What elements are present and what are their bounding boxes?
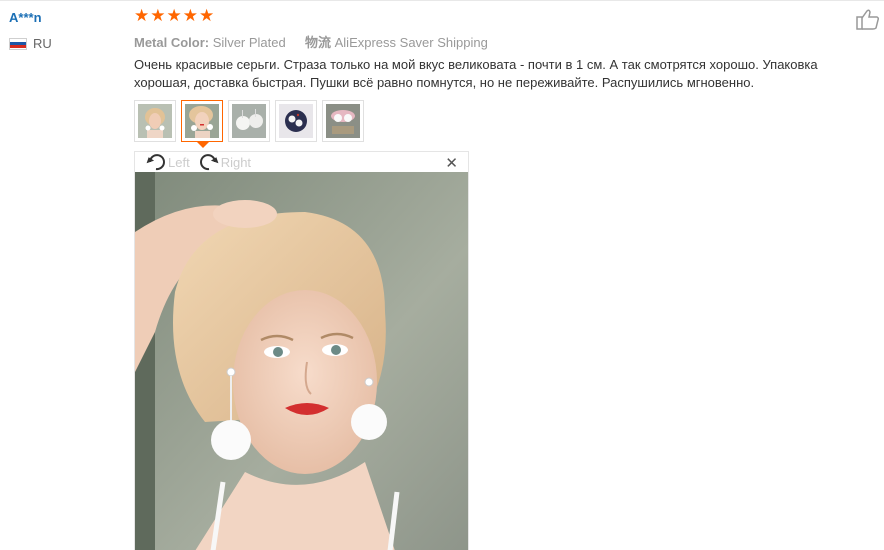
review-thumbnail[interactable] xyxy=(322,100,364,142)
photo-woman-earrings-closeup-icon xyxy=(185,104,219,138)
viewer-toolbar: Left Right ✕ xyxy=(135,152,468,172)
star-rating: ★ ★ ★ ★ ★ xyxy=(134,7,214,25)
photo-earrings-box-icon xyxy=(279,104,313,138)
rotate-left-label: Left xyxy=(168,154,190,170)
star-icon: ★ xyxy=(134,6,150,26)
shipping-label: 物流 xyxy=(304,35,331,50)
close-icon[interactable]: ✕ xyxy=(445,154,458,172)
helpful-like-button[interactable] xyxy=(856,8,880,35)
reviewer-name[interactable]: A***n xyxy=(9,10,42,25)
review-text: Очень красивые серьги. Страза только на … xyxy=(134,57,818,90)
rotate-left-icon xyxy=(146,154,165,171)
photo-woman-earrings-large xyxy=(135,172,468,550)
review-thumbnail-selected[interactable] xyxy=(181,100,223,148)
photo-woman-earrings-icon xyxy=(138,104,172,138)
rotate-right-label: Right xyxy=(220,154,252,170)
review-thumbnail[interactable] xyxy=(134,100,176,142)
metal-color-value: Silver Plated xyxy=(212,35,286,50)
star-icon: ★ xyxy=(150,6,166,26)
shipping-value: AliExpress Saver Shipping xyxy=(334,35,488,50)
order-info: Metal Color: Silver Plated 物流 AliExpress… xyxy=(134,32,488,51)
photo-pompom-earrings-icon xyxy=(232,104,266,138)
photo-packaging-icon xyxy=(326,104,360,138)
rotate-right-icon xyxy=(199,154,219,171)
review-photo-large xyxy=(135,172,468,550)
review-thumbnail[interactable] xyxy=(228,100,270,142)
metal-color-label: Metal Color: xyxy=(134,35,210,50)
star-icon: ★ xyxy=(166,6,182,26)
review-thumbnail[interactable] xyxy=(275,100,317,142)
thumbs-up-icon xyxy=(856,9,880,30)
star-icon: ★ xyxy=(199,6,215,26)
country-code: RU xyxy=(33,36,52,51)
rotate-left-button[interactable]: Left xyxy=(145,153,190,171)
photo-viewer: Left Right ✕ xyxy=(134,151,469,550)
top-divider xyxy=(0,0,884,1)
reviewer-country: RU xyxy=(9,36,52,51)
review-photo-thumbnails xyxy=(134,100,364,148)
russia-flag-icon xyxy=(9,37,27,50)
rotate-right-button[interactable]: Right xyxy=(198,153,251,171)
star-icon: ★ xyxy=(182,6,198,26)
